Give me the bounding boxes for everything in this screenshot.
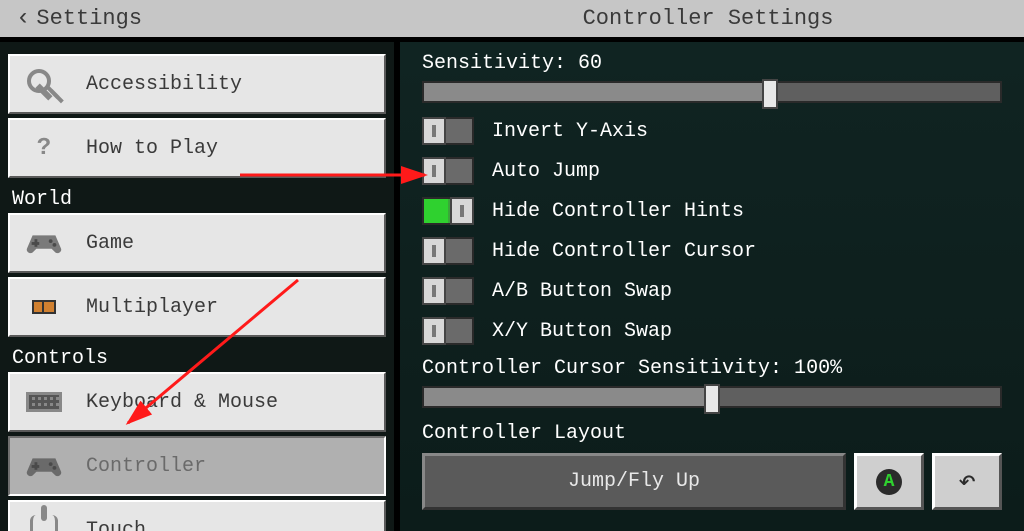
content-panel: Sensitivity: 60 Invert Y-Axis Auto Jump … <box>400 42 1024 531</box>
sidebar-item-label: Keyboard & Mouse <box>86 391 278 414</box>
toggle-label: A/B Button Swap <box>492 280 672 303</box>
question-icon: ? <box>24 131 64 165</box>
sidebar-item-game[interactable]: Game <box>8 213 386 273</box>
keyboard-icon <box>24 385 64 419</box>
undo-icon: ↶ <box>958 463 976 500</box>
toggle-hide-hints: Hide Controller Hints <box>422 197 1002 225</box>
controller-layout-row: Jump/Fly Up A ↶ <box>422 453 1002 510</box>
sidebar-item-label: Controller <box>86 455 206 478</box>
a-button-icon: A <box>876 469 902 495</box>
toggle[interactable] <box>422 117 474 145</box>
gamepad-icon <box>24 449 64 483</box>
toggle-ab-swap: A/B Button Swap <box>422 277 1002 305</box>
toggle[interactable] <box>422 317 474 345</box>
toggle[interactable] <box>422 197 474 225</box>
touch-icon <box>24 513 64 531</box>
jump-binding-button[interactable]: Jump/Fly Up <box>422 453 846 510</box>
back-button[interactable]: ‹ Settings <box>0 5 142 32</box>
sidebar-item-keyboard[interactable]: Keyboard & Mouse <box>8 372 386 432</box>
sidebar-item-label: Touch <box>86 519 146 531</box>
sidebar-item-controller[interactable]: Controller <box>8 436 386 496</box>
cursor-sensitivity-row: Controller Cursor Sensitivity: 100% <box>422 357 1002 408</box>
toggle-label: Invert Y-Axis <box>492 120 648 143</box>
sidebar-item-multiplayer[interactable]: Multiplayer <box>8 277 386 337</box>
sidebar-item-label: Game <box>86 232 134 255</box>
toggle-xy-swap: X/Y Button Swap <box>422 317 1002 345</box>
sidebar-item-howtoplay[interactable]: ? How to Play <box>8 118 386 178</box>
chevron-left-icon: ‹ <box>16 5 30 32</box>
sidebar-item-label: How to Play <box>86 137 218 160</box>
action-label: Jump/Fly Up <box>568 470 700 493</box>
back-label: Settings <box>36 6 142 31</box>
sidebar-item-accessibility[interactable]: Accessibility <box>8 54 386 114</box>
toggle-label: Auto Jump <box>492 160 600 183</box>
sidebar-item-touch[interactable]: Touch <box>8 500 386 531</box>
sensitivity-slider[interactable] <box>422 81 1002 103</box>
cursor-sensitivity-label: Controller Cursor Sensitivity: 100% <box>422 357 1002 380</box>
sidebar-item-label: Multiplayer <box>86 296 218 319</box>
binding-a-button[interactable]: A <box>854 453 924 510</box>
sidebar-category-controls: Controls <box>8 341 386 372</box>
toggle-label: X/Y Button Swap <box>492 320 672 343</box>
toggle[interactable] <box>422 157 474 185</box>
sidebar: Accessibility ? How to Play World Game M… <box>0 42 400 531</box>
sensitivity-row: Sensitivity: 60 <box>422 52 1002 103</box>
sensitivity-label: Sensitivity: 60 <box>422 52 1002 75</box>
key-icon <box>24 67 64 101</box>
toggle[interactable] <box>422 277 474 305</box>
sidebar-item-label: Accessibility <box>86 73 242 96</box>
binding-reset-button[interactable]: ↶ <box>932 453 1002 510</box>
header: ‹ Settings Controller Settings <box>0 0 1024 42</box>
toggle-invert-y: Invert Y-Axis <box>422 117 1002 145</box>
page-title: Controller Settings <box>392 6 1024 31</box>
sidebar-category-world: World <box>8 182 386 213</box>
toggle-hide-cursor: Hide Controller Cursor <box>422 237 1002 265</box>
toggle-label: Hide Controller Hints <box>492 200 744 223</box>
toggle-label: Hide Controller Cursor <box>492 240 756 263</box>
cursor-sensitivity-slider[interactable] <box>422 386 1002 408</box>
gamepad-icon <box>24 226 64 260</box>
people-icon <box>24 290 64 324</box>
toggle-auto-jump: Auto Jump <box>422 157 1002 185</box>
toggle[interactable] <box>422 237 474 265</box>
controller-layout-label: Controller Layout <box>422 422 1002 445</box>
